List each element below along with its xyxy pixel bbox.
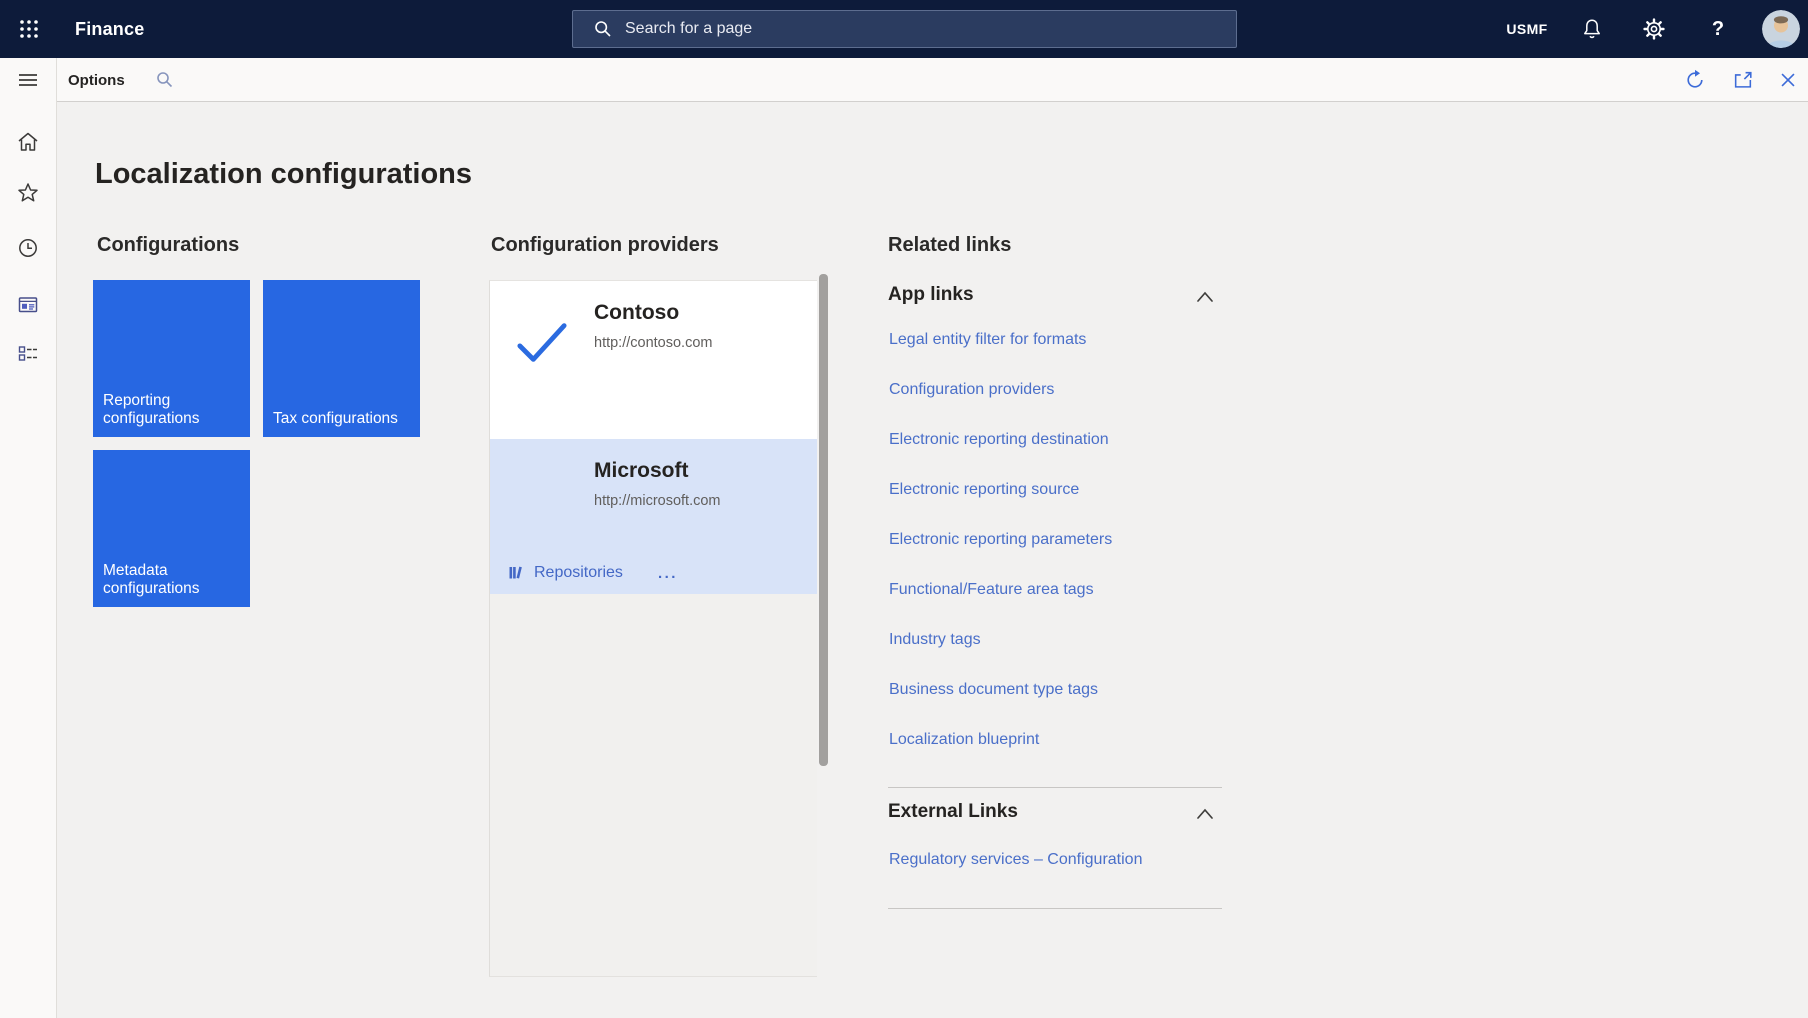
search-placeholder: Search for a page bbox=[625, 20, 753, 37]
external-links-group-header[interactable]: External Links bbox=[888, 801, 1018, 823]
page-title: Localization configurations bbox=[95, 158, 473, 190]
link-configuration-providers[interactable]: Configuration providers bbox=[889, 381, 1054, 405]
link-functional-feature-tags[interactable]: Functional/Feature area tags bbox=[889, 581, 1094, 605]
providers-section-header: Configuration providers bbox=[491, 234, 719, 256]
close-page-button[interactable] bbox=[1777, 69, 1799, 91]
close-icon bbox=[1777, 69, 1799, 91]
link-localization-blueprint[interactable]: Localization blueprint bbox=[889, 731, 1039, 755]
top-app-bar: Finance Search for a page USMF ? bbox=[0, 0, 1808, 58]
tile-label: Metadata configurations bbox=[103, 561, 200, 598]
tile-label: Tax configurations bbox=[273, 410, 398, 428]
chevron-up-icon[interactable] bbox=[1195, 290, 1215, 304]
provider-name: Contoso bbox=[594, 301, 680, 324]
link-regulatory-services[interactable]: Regulatory services – Configuration bbox=[889, 851, 1142, 875]
provider-card-microsoft[interactable]: Microsoft http://microsoft.com Repositor… bbox=[490, 439, 817, 594]
chevron-up-icon[interactable] bbox=[1195, 807, 1215, 821]
repositories-books-icon bbox=[508, 565, 525, 581]
link-er-source[interactable]: Electronic reporting source bbox=[889, 481, 1079, 505]
link-er-destination[interactable]: Electronic reporting destination bbox=[889, 431, 1109, 455]
settings-button[interactable] bbox=[1640, 0, 1668, 58]
user-avatar[interactable] bbox=[1762, 0, 1800, 58]
notifications-button[interactable] bbox=[1578, 0, 1606, 58]
divider bbox=[888, 908, 1222, 909]
company-selector[interactable]: USMF bbox=[1498, 0, 1556, 58]
help-button[interactable]: ? bbox=[1704, 0, 1732, 58]
nav-task-list-button[interactable] bbox=[16, 343, 40, 367]
provider-name: Microsoft bbox=[594, 459, 689, 482]
gear-icon bbox=[1642, 17, 1666, 41]
link-er-parameters[interactable]: Electronic reporting parameters bbox=[889, 531, 1112, 555]
related-links-section: Related links App links Legal entity fil… bbox=[888, 234, 1223, 924]
related-links-header: Related links bbox=[888, 234, 1012, 256]
workspace-form-icon bbox=[16, 293, 40, 317]
checkmark-icon bbox=[516, 321, 568, 365]
tile-tax-configurations[interactable]: Tax configurations bbox=[263, 280, 420, 437]
clock-icon bbox=[16, 236, 40, 260]
provider-url: http://microsoft.com bbox=[594, 493, 721, 509]
bell-icon bbox=[1580, 17, 1604, 41]
configuration-providers-list: Contoso http://contoso.com Microsoft htt… bbox=[489, 280, 817, 977]
expand-navigation-button[interactable] bbox=[16, 68, 40, 92]
app-launcher-button[interactable] bbox=[0, 0, 57, 58]
divider bbox=[888, 787, 1222, 788]
waffle-icon bbox=[18, 18, 40, 40]
home-icon bbox=[16, 130, 40, 154]
nav-workspace-button[interactable] bbox=[16, 293, 40, 317]
provider-card-actions: Repositories ... bbox=[508, 564, 678, 582]
page-search-input[interactable]: Search for a page bbox=[572, 10, 1237, 48]
link-business-doc-type-tags[interactable]: Business document type tags bbox=[889, 681, 1098, 705]
repositories-link[interactable]: Repositories bbox=[534, 564, 623, 582]
app-links-group-header[interactable]: App links bbox=[888, 284, 974, 306]
left-nav-rail bbox=[0, 58, 57, 1018]
configurations-section-header: Configurations bbox=[97, 234, 240, 256]
task-list-icon bbox=[16, 343, 40, 367]
tile-metadata-configurations[interactable]: Metadata configurations bbox=[93, 450, 250, 607]
tile-reporting-configurations[interactable]: Reporting configurations bbox=[93, 280, 250, 437]
nav-recent-button[interactable] bbox=[16, 236, 40, 260]
link-industry-tags[interactable]: Industry tags bbox=[889, 631, 981, 655]
toolbar-search-button[interactable] bbox=[155, 70, 175, 90]
open-in-new-window-icon bbox=[1732, 69, 1754, 91]
providers-scrollbar[interactable] bbox=[819, 274, 828, 766]
nav-favorites-button[interactable] bbox=[16, 181, 40, 205]
nav-home-button[interactable] bbox=[16, 130, 40, 154]
tile-label: Reporting configurations bbox=[103, 391, 200, 428]
avatar-photo bbox=[1762, 10, 1800, 48]
refresh-button[interactable] bbox=[1684, 69, 1706, 91]
toolbar-search-icon bbox=[155, 70, 175, 90]
more-actions-ellipsis[interactable]: ... bbox=[658, 565, 678, 582]
options-button[interactable]: Options bbox=[68, 58, 125, 102]
star-icon bbox=[16, 181, 40, 205]
hamburger-icon bbox=[16, 68, 40, 92]
page-toolbar: Options bbox=[57, 58, 1808, 102]
provider-card-contoso[interactable]: Contoso http://contoso.com bbox=[490, 281, 817, 439]
open-in-new-window-button[interactable] bbox=[1732, 69, 1754, 91]
search-icon bbox=[593, 19, 613, 39]
provider-url: http://contoso.com bbox=[594, 335, 713, 351]
refresh-icon bbox=[1684, 69, 1706, 91]
app-title[interactable]: Finance bbox=[75, 0, 144, 58]
link-legal-entity-filter[interactable]: Legal entity filter for formats bbox=[889, 331, 1086, 355]
